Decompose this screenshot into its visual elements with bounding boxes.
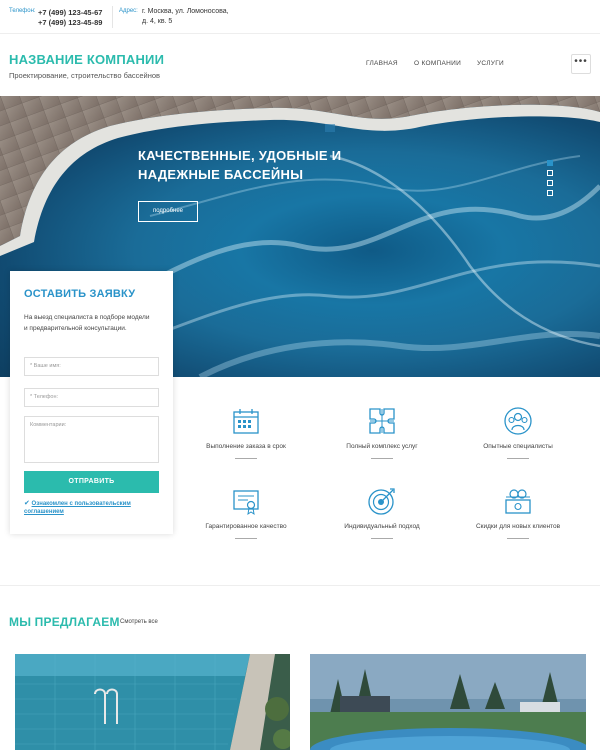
target-icon xyxy=(368,488,395,515)
site-header: НАЗВАНИЕ КОМПАНИИ Проектирование, строит… xyxy=(0,35,600,95)
feature-quality: Гарантированное качество xyxy=(191,486,301,539)
offer-card-2-image[interactable] xyxy=(310,654,586,750)
request-form: ОСТАВИТЬ ЗАЯВКУ На выезд специалиста в п… xyxy=(10,271,173,534)
form-description: На выезд специалиста в подборе модели и … xyxy=(24,314,150,332)
comment-textarea[interactable]: Комментарии: xyxy=(24,416,159,463)
feature-individual: Индивидуальный подход xyxy=(327,486,437,539)
offer-card-1-image[interactable] xyxy=(15,654,290,750)
feature-text: Выполнение заказа в срок xyxy=(206,443,286,450)
company-name[interactable]: НАЗВАНИЕ КОМПАНИИ xyxy=(9,52,164,67)
feature-text: Гарантированное качество xyxy=(205,523,287,530)
agreement-link[interactable]: ✔ Ознакомлен с пользовательским соглашен… xyxy=(24,500,164,516)
feature-full-service: Полный комплекс услуг xyxy=(327,406,437,459)
agreement-text[interactable]: Ознакомлен с пользовательским соглашение… xyxy=(24,501,131,515)
feature-text: Индивидуальный подход xyxy=(344,523,420,530)
address-line-1: г. Москва, ул. Ломоносова, xyxy=(142,8,229,15)
outdoor-pool-photo-image xyxy=(310,654,586,750)
slide-dot-2[interactable] xyxy=(547,170,553,176)
feature-experts: Опытные специалисты xyxy=(463,406,573,459)
check-icon: ✔ xyxy=(24,500,30,507)
team-icon xyxy=(504,407,532,435)
name-input[interactable]: * Ваше имя: xyxy=(24,357,159,376)
nav-item-home[interactable]: ГЛАВНАЯ xyxy=(366,60,398,67)
slide-dot-3[interactable] xyxy=(547,180,553,186)
address-label: Адрес: xyxy=(119,8,138,14)
slide-dot-4[interactable] xyxy=(547,190,553,196)
company-tagline: Проектирование, строительство бассейнов xyxy=(9,71,161,80)
hero-more-button[interactable]: подробнее xyxy=(138,201,198,222)
money-icon xyxy=(505,489,531,514)
feature-text: Полный комплекс услуг xyxy=(346,443,418,450)
phone-2-link[interactable]: +7 (499) 123-45-89 xyxy=(38,18,102,27)
slider-dots xyxy=(547,160,553,200)
feature-text: Скидки для новых клиентов xyxy=(475,523,561,530)
top-contact-bar: Телефон: +7 (499) 123-45-67 +7 (499) 123… xyxy=(0,0,600,34)
certificate-icon xyxy=(233,490,259,516)
phone-input[interactable]: * Телефон: xyxy=(24,388,159,407)
view-all-link[interactable]: Смотреть все xyxy=(120,619,158,625)
calendar-icon xyxy=(233,409,259,434)
feature-text: Опытные специалисты xyxy=(483,443,553,450)
nav-item-about[interactable]: О КОМПАНИИ xyxy=(414,60,461,67)
submit-button[interactable]: ОТПРАВИТЬ xyxy=(24,471,159,493)
topbar-divider xyxy=(112,6,113,28)
address-line-2: д. 4, кв. 5 xyxy=(142,18,173,25)
hero-title: КАЧЕСТВЕННЫЕ, УДОБНЫЕ И НАДЕЖНЫЕ БАССЕЙН… xyxy=(138,148,342,182)
phone-label: Телефон: xyxy=(9,8,36,14)
more-menu-button[interactable]: ••• xyxy=(571,54,591,74)
section-divider xyxy=(0,585,600,586)
pool-photo-image xyxy=(15,654,290,750)
slide-dot-1[interactable] xyxy=(547,160,553,166)
nav-item-services[interactable]: УСЛУГИ xyxy=(477,60,504,67)
feature-on-time: Выполнение заказа в срок xyxy=(191,406,301,459)
offers-title: МЫ ПРЕДЛАГАЕМ xyxy=(9,615,120,629)
feature-discounts: Скидки для новых клиентов xyxy=(463,486,573,539)
puzzle-icon xyxy=(369,408,395,434)
phone-1-link[interactable]: +7 (499) 123-45-67 xyxy=(38,8,102,17)
form-title: ОСТАВИТЬ ЗАЯВКУ xyxy=(24,288,136,300)
